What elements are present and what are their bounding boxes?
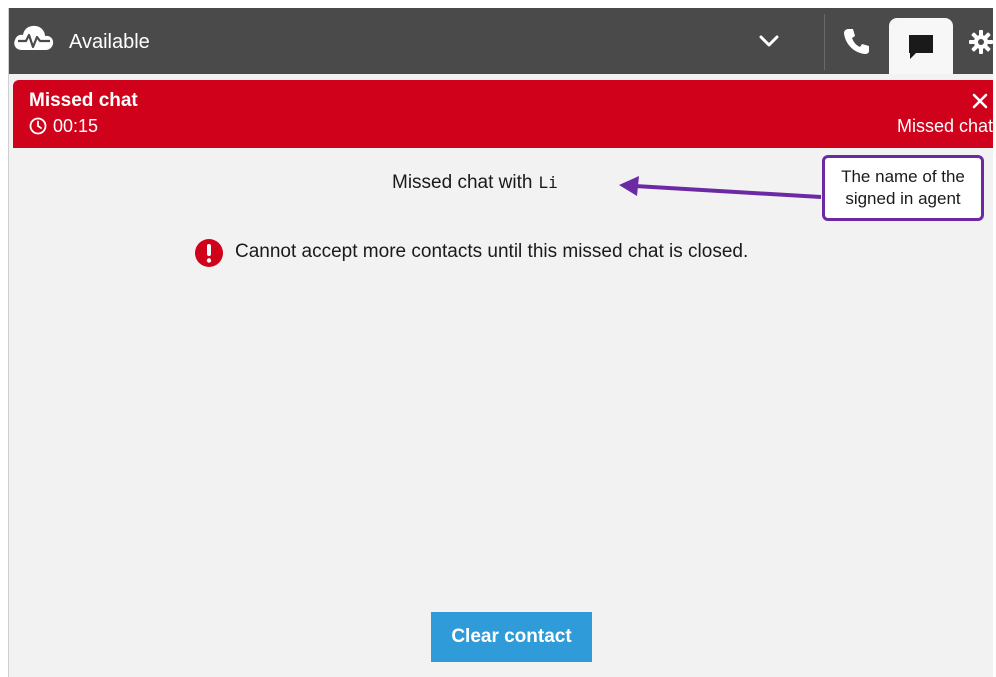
clock-icon [29,117,47,135]
tab-chat[interactable] [889,18,953,74]
missed-chat-heading: Missed chat with Li [392,172,558,194]
top-bar: Available [9,8,993,74]
agent-status-dropdown[interactable]: Available [9,8,821,74]
chat-bubble-icon [909,35,933,59]
cloud-heartbeat-icon [14,25,54,50]
banner-status-text: Missed chat [896,116,993,136]
phone-icon [844,29,869,54]
tab-phone[interactable] [827,8,887,74]
close-icon[interactable] [971,92,989,110]
callout-line-2: signed in agent [845,189,961,208]
error-message: Cannot accept more contacts until this m… [235,241,749,262]
missed-chat-banner: Missed chat 00:15 Missed chat [13,80,993,148]
ccp-window: Available Missed chat 00:15 Missed chat … [8,8,993,677]
banner-title: Missed chat [29,90,138,111]
chevron-down-icon[interactable] [759,34,779,48]
gear-icon [969,30,993,54]
exclamation-circle-icon [195,239,223,267]
missed-chat-with-label: Missed chat with [392,172,533,193]
annotation-callout: The name of the signed in agent [822,155,984,221]
topbar-divider [824,14,825,70]
tab-settings[interactable] [959,8,993,74]
contact-timer: 00:15 [53,116,99,136]
callout-line-1: The name of the [841,167,965,186]
annotation-arrow [619,176,822,199]
clear-contact-button[interactable]: Clear contact [431,612,592,662]
agent-status-label: Available [69,31,150,53]
agent-name: Li [538,173,558,192]
